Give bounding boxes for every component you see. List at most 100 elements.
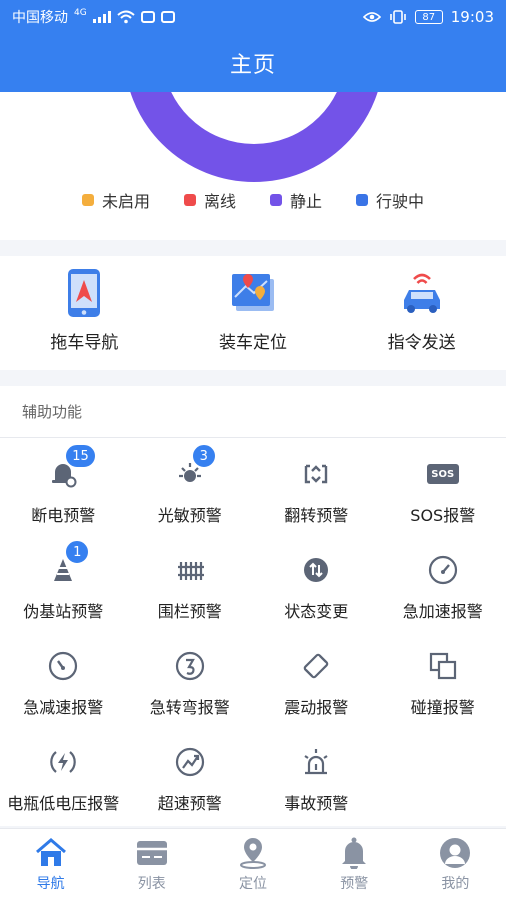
location-icon xyxy=(236,837,270,869)
aux-item-sos-alarm[interactable]: SOS SOS报警 xyxy=(380,446,506,542)
aux-item-label: 光敏预警 xyxy=(157,506,222,525)
sos-icon-text: SOS xyxy=(431,468,455,480)
quick-action-label: 装车定位 xyxy=(219,333,287,353)
aux-item-power-off-warning[interactable]: 15 断电预警 xyxy=(0,444,127,542)
aux-item-label: 急转弯报警 xyxy=(149,698,230,717)
nav-label: 导航 xyxy=(36,875,65,892)
sharp-turn-icon xyxy=(170,646,210,686)
quick-action-load-location[interactable]: 装车定位 xyxy=(169,256,338,370)
nav-tab-alerts[interactable]: 预警 xyxy=(304,829,405,900)
nav-label: 列表 xyxy=(137,875,166,892)
app-notification-icon-2 xyxy=(160,11,175,23)
aux-item-rapid-deceleration-alarm[interactable]: 急减速报警 xyxy=(0,638,127,734)
badge-count: 3 xyxy=(191,444,216,468)
aux-item-light-sensor-warning[interactable]: 3 光敏预警 xyxy=(127,444,254,542)
power-off-icon: 15 xyxy=(43,444,96,494)
speedometer-down-icon xyxy=(43,646,83,686)
quick-action-send-command[interactable]: 指令发送 xyxy=(337,256,506,370)
aux-item-label: SOS报警 xyxy=(410,506,476,525)
aux-item-label: 伪基站预警 xyxy=(23,602,104,621)
aux-item-label: 围栏预警 xyxy=(157,602,222,621)
quick-actions: 拖车导航 装车定位 指令发送 xyxy=(0,256,506,370)
legend-item-moving[interactable]: 行驶中 xyxy=(356,188,424,212)
nav-tab-profile[interactable]: 我的 xyxy=(405,829,506,900)
nav-tab-navigation[interactable]: 导航 xyxy=(0,829,101,900)
list-card-icon xyxy=(135,837,169,869)
legend-item-unused[interactable]: 未启用 xyxy=(81,188,150,212)
aux-item-label: 翻转预警 xyxy=(284,506,349,525)
aux-item-fake-station-warning[interactable]: 1 伪基站预警 xyxy=(0,540,127,638)
battery-level: 87 xyxy=(414,10,443,24)
legend-label: 行驶中 xyxy=(376,192,425,211)
aux-item-label: 碰撞报警 xyxy=(410,698,475,717)
bottom-nav: 导航 列表 定位 预警 我的 xyxy=(0,828,506,900)
battery-low-icon xyxy=(43,742,83,782)
legend-swatch xyxy=(183,194,196,206)
signal-icon xyxy=(92,11,111,23)
donut-chart-ring xyxy=(124,92,384,182)
fence-icon xyxy=(170,550,210,590)
nav-tab-location[interactable]: 定位 xyxy=(202,829,303,900)
vibration-icon xyxy=(296,646,336,686)
badge-count: 1 xyxy=(65,540,90,564)
quick-action-label: 指令发送 xyxy=(387,333,456,353)
aux-functions-panel: 辅助功能 15 断电预警 3 光敏预警 翻转预警 SOS SOS报警 1 伪基站… xyxy=(0,386,506,826)
user-icon xyxy=(438,837,472,869)
aux-functions-grid: 15 断电预警 3 光敏预警 翻转预警 SOS SOS报警 1 伪基站预警 围栏… xyxy=(0,438,506,830)
wifi-icon xyxy=(117,10,135,24)
home-icon xyxy=(34,837,68,869)
aux-item-label: 电瓶低电压报警 xyxy=(7,794,120,813)
aux-item-label: 断电预警 xyxy=(31,506,96,525)
accident-siren-icon xyxy=(296,742,336,782)
legend-item-offline[interactable]: 离线 xyxy=(183,188,236,212)
fake-station-icon: 1 xyxy=(43,540,90,590)
aux-item-label: 急加速报警 xyxy=(402,602,483,621)
aux-item-sharp-turn-alarm[interactable]: 急转弯报警 xyxy=(127,638,254,734)
legend-swatch xyxy=(81,194,94,206)
bell-icon xyxy=(337,837,371,869)
legend-item-static[interactable]: 静止 xyxy=(270,188,322,212)
aux-item-rapid-acceleration-alarm[interactable]: 急加速报警 xyxy=(380,542,506,638)
sos-icon: SOS xyxy=(423,454,463,494)
aux-item-label: 超速预警 xyxy=(157,794,222,813)
overspeed-icon xyxy=(170,742,210,782)
map-pin-icon xyxy=(229,268,277,318)
aux-item-status-change[interactable]: 状态变更 xyxy=(253,542,380,638)
badge-count: 15 xyxy=(65,444,96,468)
carrier-name: 中国移动 xyxy=(12,10,68,26)
aux-item-label: 急减速报警 xyxy=(23,698,104,717)
phone-map-icon xyxy=(60,268,108,318)
app-root: 中国移动 4G 87 19:03 主页 未启用 离线 静止 行驶中 拖车导航 装… xyxy=(0,0,506,900)
app-notification-icon xyxy=(140,11,155,23)
quick-action-tow-navigation[interactable]: 拖车导航 xyxy=(0,256,169,370)
page-title: 主页 xyxy=(229,53,276,78)
quick-action-label: 拖车导航 xyxy=(50,333,119,353)
status-bar: 中国移动 4G 87 19:03 xyxy=(0,0,506,34)
aux-item-battery-low-voltage-alarm[interactable]: 电瓶低电压报警 xyxy=(0,734,127,830)
car-signal-icon xyxy=(398,268,446,318)
aux-item-flip-warning[interactable]: 翻转预警 xyxy=(253,446,380,542)
clock: 19:03 xyxy=(450,8,494,26)
nav-label: 定位 xyxy=(239,875,267,892)
light-sensor-icon: 3 xyxy=(170,444,216,494)
legend-swatch xyxy=(356,194,369,206)
nav-tab-list[interactable]: 列表 xyxy=(101,829,202,900)
eye-icon xyxy=(362,12,381,22)
aux-item-overspeed-warning[interactable]: 超速预警 xyxy=(127,734,254,830)
status-change-icon xyxy=(296,550,336,590)
aux-item-label: 震动报警 xyxy=(284,698,349,717)
vehicle-status-chart: 未启用 离线 静止 行驶中 xyxy=(0,92,506,240)
aux-item-collision-alarm[interactable]: 碰撞报警 xyxy=(380,638,506,734)
aux-item-label: 事故预警 xyxy=(284,794,349,813)
aux-item-label: 状态变更 xyxy=(284,602,349,621)
nav-label: 预警 xyxy=(340,875,369,892)
flip-icon xyxy=(296,454,336,494)
collision-icon xyxy=(423,646,463,686)
legend-label: 静止 xyxy=(290,192,323,211)
aux-item-vibration-alarm[interactable]: 震动报警 xyxy=(253,638,380,734)
aux-item-accident-warning[interactable]: 事故预警 xyxy=(253,734,380,830)
nav-label: 我的 xyxy=(441,875,470,892)
speedometer-up-icon xyxy=(423,550,463,590)
aux-item-fence-warning[interactable]: 围栏预警 xyxy=(127,542,254,638)
legend-swatch xyxy=(270,194,282,206)
